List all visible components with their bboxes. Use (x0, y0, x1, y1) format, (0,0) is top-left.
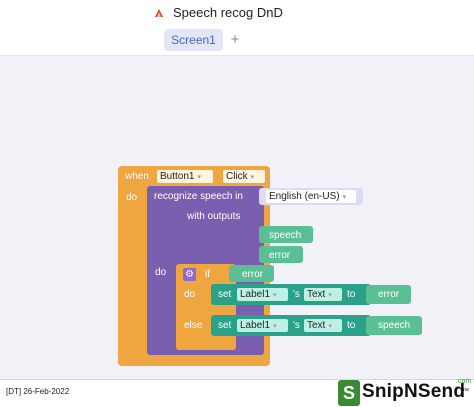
dropdown-caret-icon: ▾ (328, 323, 332, 330)
gear-icon[interactable]: ⚙ (183, 268, 196, 281)
else-label: else (184, 320, 203, 331)
set2-value-label: speech (378, 320, 411, 331)
output-error-label: error (269, 250, 291, 261)
if-label: if (205, 269, 210, 280)
event-component-dropdown[interactable]: Button1 ▾ (157, 170, 213, 183)
set1-to-label: to (347, 289, 356, 300)
set2-property-dropdown[interactable]: Text ▾ (304, 319, 342, 332)
screen-tabbar: Screen1 + (0, 26, 474, 56)
set2-possessive: 's (293, 320, 300, 331)
set2-to-label: to (347, 320, 356, 331)
if-do-label: do (184, 289, 196, 300)
set1-value-label: error (378, 289, 400, 300)
with-outputs-label: with outputs (187, 211, 241, 222)
set1-component-value: Label1 (240, 289, 271, 300)
set1-property-dropdown[interactable]: Text ▾ (304, 288, 342, 301)
add-screen-button[interactable]: + (229, 29, 241, 51)
set1-property-value: Text (307, 289, 326, 300)
tab-screen1[interactable]: Screen1 (164, 29, 223, 51)
language-dropdown[interactable]: English (en-US) ▾ (266, 190, 356, 203)
blocks-canvas[interactable]: when Button1 ▾ Click ▾ do recognize speech… (0, 56, 474, 379)
footer-date: [DT] 26-Feb-2022 (6, 387, 70, 396)
set2-component-dropdown[interactable]: Label1 ▾ (237, 319, 288, 332)
set2-property-value: Text (307, 320, 326, 331)
app-header: Speech recog DnD (0, 0, 474, 26)
set2-component-value: Label1 (240, 320, 271, 331)
if-condition-label: error (242, 269, 264, 280)
snipnsend-logo-com: .com (456, 378, 472, 385)
set1-component-dropdown[interactable]: Label1 ▾ (237, 288, 288, 301)
app-title: Speech recog DnD (173, 5, 283, 20)
dropdown-caret-icon: ▾ (342, 194, 347, 201)
snipnsend-s-badge: S (338, 380, 360, 406)
dropdown-caret-icon: ▾ (328, 292, 332, 299)
dropdown-caret-icon: ▾ (273, 292, 277, 299)
event-do-label: do (126, 192, 138, 203)
event-name-dropdown[interactable]: Click ▾ (223, 170, 265, 183)
snipnsend-logo-text: SnipNSend (362, 381, 466, 402)
recognize-speech-label: recognize speech in (154, 191, 243, 202)
set1-set-label: set (218, 289, 232, 300)
dropdown-caret-icon: ▾ (197, 174, 201, 181)
event-name-value: Click (226, 171, 248, 182)
dropdown-caret-icon: ▾ (273, 323, 277, 330)
event-when-label: when (125, 171, 149, 182)
event-component-value: Button1 (160, 171, 195, 182)
recognize-do-label: do (155, 267, 167, 278)
dropdown-caret-icon: ▾ (250, 174, 255, 181)
snipnsend-logo: S SnipNSend .com ™ (338, 378, 472, 407)
snipnsend-logo-tm: ™ (462, 388, 469, 395)
set2-set-label: set (218, 320, 232, 331)
set1-possessive: 's (293, 289, 300, 300)
output-speech-label: speech (269, 230, 302, 241)
app-logo-icon (155, 9, 163, 17)
language-value: English (en-US) (269, 191, 340, 202)
